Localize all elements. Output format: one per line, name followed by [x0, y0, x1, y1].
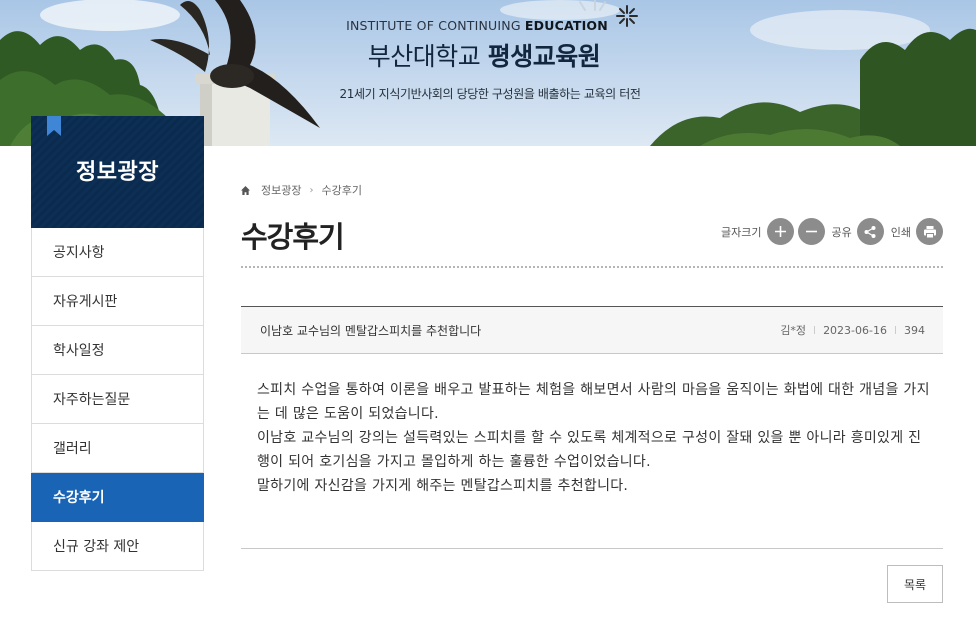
- sidebar-item-free-board[interactable]: 자유게시판: [31, 277, 204, 326]
- sidebar-item-course-reviews[interactable]: 수강후기: [31, 473, 204, 522]
- minus-icon[interactable]: [797, 218, 825, 245]
- institute-slogan: 21세기 지식기반사회의 당당한 구성원을 배출하는 교육의 터전: [339, 87, 641, 101]
- institute-korean-name: 부산대학교 평생교육원: [367, 42, 601, 71]
- sidebar-item-academic-calendar[interactable]: 학사일정: [31, 326, 204, 375]
- print-icon[interactable]: [916, 218, 943, 245]
- title-divider: [241, 266, 943, 268]
- sidebar-menu: 공지사항 자유게시판 학사일정 자주하는질문 갤러리 수강후기 신규 강좌 제안: [31, 228, 204, 571]
- plus-icon[interactable]: [766, 218, 794, 245]
- sidebar-item-gallery[interactable]: 갤러리: [31, 424, 204, 473]
- post-header: 이남호 교수님의 멘탈갑스피치를 추천합니다 김*정 2023-06-16 39…: [241, 306, 943, 354]
- post-paragraph: 스피치 수업을 통하여 이론을 배우고 발표하는 체험을 해보면서 사람의 마음…: [257, 382, 930, 422]
- post-paragraph: 이남호 교수님의 강의는 설득력있는 스피치를 할 수 있도록 체계적으로 구성…: [257, 430, 922, 470]
- font-size-label: 글자크기: [721, 225, 762, 239]
- meta-divider: [895, 326, 896, 334]
- sidebar-header: 정보광장: [31, 116, 204, 228]
- meta-divider: [814, 326, 816, 334]
- sidebar-item-notice[interactable]: 공지사항: [31, 228, 204, 277]
- list-button[interactable]: 목록: [887, 565, 943, 603]
- post-footer-divider: [241, 548, 943, 549]
- chevron-right-icon: ›: [309, 184, 314, 196]
- bookmark-icon: [47, 116, 61, 136]
- breadcrumb: 정보광장 › 수강후기: [241, 182, 362, 198]
- sidebar-item-new-course-proposal[interactable]: 신규 강좌 제안: [31, 522, 204, 571]
- post-meta: 김*정 2023-06-16 394: [780, 322, 925, 338]
- post-views: 394: [904, 323, 925, 337]
- sidebar-item-faq[interactable]: 자주하는질문: [31, 375, 204, 424]
- post-paragraph: 말하기에 자신감을 가지게 해주는 멘탈갑스피치를 추천합니다.: [257, 478, 629, 494]
- sidebar-title: 정보광장: [76, 160, 159, 185]
- share-label: 공유: [831, 225, 852, 239]
- page-tools: 글자크기 공유 인쇄: [718, 218, 943, 245]
- post-date: 2023-06-16: [823, 323, 887, 337]
- breadcrumb-item[interactable]: 정보광장: [261, 182, 301, 198]
- institute-title: INSTITUTE OF CONTINUING EDUCATION 부산대학교 …: [300, 18, 680, 102]
- institute-english-name: INSTITUTE OF CONTINUING EDUCATION: [346, 18, 608, 33]
- share-icon[interactable]: [856, 218, 884, 245]
- post-subject: 이남호 교수님의 멘탈갑스피치를 추천합니다: [260, 323, 482, 338]
- page-title: 수강후기: [241, 220, 345, 254]
- breadcrumb-item[interactable]: 수강후기: [321, 182, 361, 198]
- post-body: 스피치 수업을 통하여 이론을 배우고 발표하는 체험을 해보면서 사람의 마음…: [257, 378, 933, 498]
- post-author: 김*정: [780, 324, 807, 337]
- print-label: 인쇄: [890, 225, 911, 239]
- home-icon[interactable]: [241, 185, 250, 195]
